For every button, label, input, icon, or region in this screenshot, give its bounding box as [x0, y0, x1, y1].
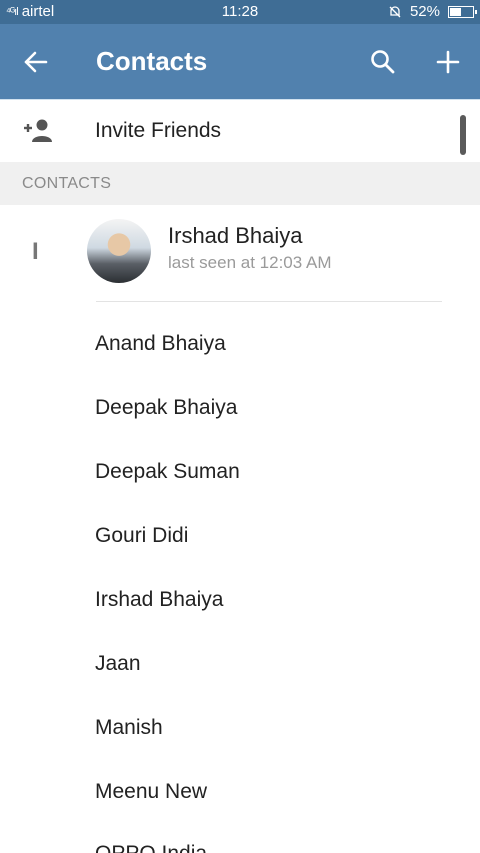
plus-icon[interactable]	[434, 48, 462, 76]
invite-friends-label: Invite Friends	[95, 119, 222, 142]
avatar	[87, 219, 151, 283]
contact-item[interactable]: Manish	[95, 716, 163, 740]
index-letter: I	[32, 238, 39, 265]
contact-item[interactable]: Meenu New	[95, 780, 207, 804]
contact-item[interactable]: OPPO India	[95, 842, 207, 853]
page-title: Contacts	[96, 46, 208, 76]
status-right: 52%	[388, 3, 477, 20]
status-bar: ⁴ᴳıl airtel 11:28 52%	[0, 0, 480, 24]
app-bar: Contacts	[0, 24, 480, 99]
battery-percent: 52%	[409, 3, 440, 20]
contact-item[interactable]: Anand Bhaiya	[95, 332, 226, 356]
last-seen-text: last seen at 12:03 AM	[168, 253, 332, 272]
section-header-label: CONTACTS	[22, 175, 112, 192]
invite-friends-row[interactable]: Invite Friends	[0, 100, 480, 162]
contact-row-featured[interactable]: I Irshad Bhaiya last seen at 12:03 AM	[0, 205, 480, 302]
contact-item[interactable]: Irshad Bhaiya	[95, 588, 223, 612]
arrow-left-icon[interactable]	[22, 48, 50, 76]
add-person-icon	[24, 119, 52, 142]
search-icon[interactable]	[369, 48, 397, 76]
scrollbar[interactable]	[460, 115, 466, 155]
muted-bell-icon	[389, 5, 401, 17]
contact-item[interactable]: Deepak Bhaiya	[95, 396, 237, 420]
section-header: CONTACTS	[0, 162, 480, 205]
contact-item[interactable]: Gouri Didi	[95, 524, 188, 548]
battery-icon	[448, 5, 477, 18]
divider	[96, 301, 442, 302]
contact-item[interactable]: Jaan	[95, 652, 141, 676]
battery-fill	[450, 7, 462, 16]
contact-name: Irshad Bhaiya	[168, 223, 303, 248]
contact-item[interactable]: Deepak Suman	[95, 460, 240, 484]
